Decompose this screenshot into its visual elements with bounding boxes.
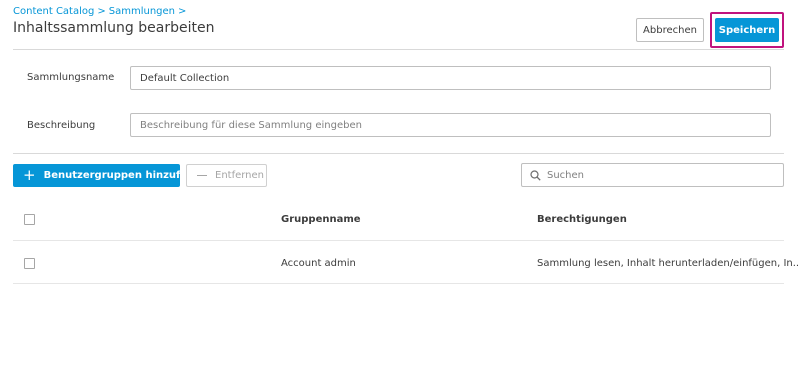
edit-collection-page: Content Catalog > Sammlungen > Inhaltssamml…: [0, 0, 800, 365]
breadcrumb-item-sammlungen[interactable]: Sammlungen: [109, 6, 175, 17]
description-label: Beschreibung: [27, 120, 96, 131]
page-title: Inhaltssammlung bearbeiten: [13, 20, 215, 36]
minus-icon: [197, 175, 207, 176]
search-icon: [530, 169, 541, 181]
breadcrumb-item-content-catalog[interactable]: Content Catalog: [13, 6, 94, 17]
plus-icon: +: [23, 166, 36, 184]
column-header-permissions[interactable]: Berechtigungen: [537, 214, 627, 225]
add-user-groups-button[interactable]: + Benutzergruppen hinzufügen: [13, 164, 209, 187]
search-input[interactable]: Suchen: [521, 163, 784, 187]
collection-name-input[interactable]: Default Collection: [130, 66, 771, 90]
remove-button[interactable]: Entfernen: [186, 164, 267, 187]
select-all-checkbox[interactable]: [24, 214, 35, 225]
save-button[interactable]: Speichern: [715, 18, 779, 42]
breadcrumb: Content Catalog > Sammlungen >: [13, 6, 189, 17]
table-row-divider: [13, 283, 784, 284]
cancel-button[interactable]: Abbrechen: [636, 18, 704, 42]
header-divider: [13, 49, 784, 50]
search-placeholder: Suchen: [547, 169, 585, 181]
add-user-groups-label: Benutzergruppen hinzufügen: [43, 170, 209, 181]
collection-name-label: Sammlungsname: [27, 72, 115, 83]
row-checkbox[interactable]: [24, 258, 35, 269]
column-header-group-name[interactable]: Gruppenname: [281, 214, 361, 225]
breadcrumb-separator: >: [178, 6, 187, 17]
table-cell-permissions: Sammlung lesen, Inhalt herunterladen/ein…: [537, 258, 800, 269]
form-divider: [13, 153, 784, 154]
remove-label: Entfernen: [215, 170, 265, 181]
table-header-divider: [13, 240, 784, 241]
breadcrumb-separator: >: [97, 6, 106, 17]
table-cell-group-name: Account admin: [281, 258, 356, 269]
description-input[interactable]: Beschreibung für diese Sammlung eingeben: [130, 113, 771, 137]
